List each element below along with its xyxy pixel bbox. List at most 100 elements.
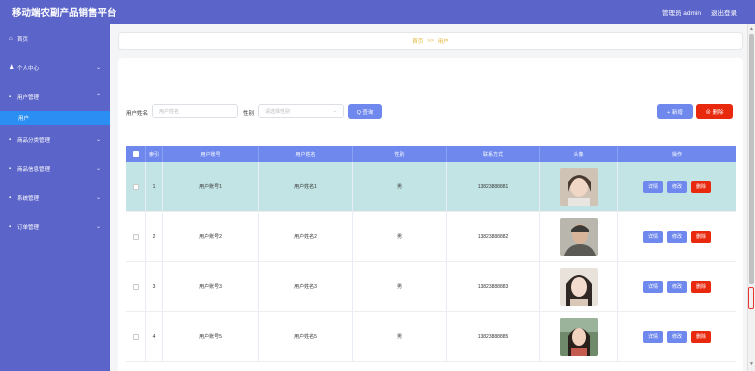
row-name: 用户姓名1 [259,162,353,211]
sidebar-item-label: 首页 [17,36,29,43]
row-phone: 13823888883 [447,262,540,311]
chevron-down-icon: ⌄ [95,137,101,143]
row-checkbox[interactable] [132,183,139,190]
sidebar: ⌂ 首页 ♟ 个人中心 ⌄ ▪ 用户管理 ⌃ 用户 ▪ 商品分类管理 ⌄ ▪ 商… [0,24,110,371]
sidebar-item-label: 订单管理 [17,224,40,231]
chevron-down-icon: ⌄ [95,166,101,172]
row-actions: 详情 修改 删除 [618,162,736,211]
gender-select-placeholder: 请选择性别 [265,108,291,115]
breadcrumb: 首页 >> 用户 [118,32,743,50]
grid-icon: ▪ [9,93,12,100]
search-panel: 用户姓名 用户姓名 性别 请选择性别 ⌄ Q 查询 + 新增 ⊗ 删除 [118,58,743,148]
row-index: 3 [146,262,163,311]
detail-button[interactable]: 详情 [642,280,663,293]
main-content: 首页 >> 用户 用户姓名 用户姓名 性别 请选择性别 ⌄ Q 查询 + 新增 … [110,24,744,371]
user-icon: ♟ [9,65,15,71]
column-header-index[interactable]: 索引 [146,146,163,162]
table-header: 索引 用户账号 用户姓名 性别 联系方式 头像 操作 [126,146,736,162]
column-header-gender[interactable]: 性别 [353,146,447,162]
edit-button[interactable]: 修改 [666,230,687,243]
name-search-input[interactable]: 用户姓名 [152,104,238,118]
avatar-cell [540,162,618,211]
detail-button[interactable]: 详情 [642,230,663,243]
row-gender: 男 [353,262,447,311]
table-row[interactable]: 4 用户账号5 用户姓名5 男 13823888885 详情 修改 删除 [126,312,736,362]
avatar-cell [540,212,618,261]
scroll-up-arrow-icon[interactable]: ▲ [749,26,754,32]
gender-select[interactable]: 请选择性别 ⌄ [258,104,344,118]
edit-button[interactable]: 修改 [666,280,687,293]
add-button[interactable]: + 新增 [657,104,693,119]
select-all-checkbox[interactable] [132,151,139,157]
table-row[interactable]: 2 用户账号2 用户姓名2 男 13823888882 详情 修改 删除 [126,212,736,262]
column-header-name[interactable]: 用户姓名 [259,146,353,162]
sidebar-item-label: 商品信息管理 [17,166,51,173]
row-index: 2 [146,212,163,261]
row-phone: 13823888882 [447,212,540,261]
row-account: 用户账号5 [163,312,259,361]
breadcrumb-separator: >> [427,38,434,44]
row-delete-button[interactable]: 删除 [691,230,712,243]
query-button[interactable]: Q 查询 [348,104,382,119]
row-gender: 男 [353,162,447,211]
sidebar-item-category-management[interactable]: ▪ 商品分类管理 ⌄ [0,125,110,154]
gender-label: 性别 [243,111,255,117]
app-title: 移动端农副产品销售平台 [12,8,117,19]
avatar[interactable] [559,267,598,306]
sidebar-item-order-management[interactable]: ▪ 订单管理 ⌄ [0,212,110,241]
delete-button[interactable]: ⊗ 删除 [696,104,733,119]
row-delete-button[interactable]: 删除 [691,330,712,343]
category-icon: ▪ [9,136,12,143]
row-account: 用户账号1 [163,162,259,211]
row-name: 用户姓名5 [259,312,353,361]
sidebar-item-product-management[interactable]: ▪ 商品信息管理 ⌄ [0,154,110,183]
row-checkbox[interactable] [132,233,139,240]
scrollbar-thumb[interactable] [749,34,754,284]
row-index: 4 [146,312,163,361]
detail-button[interactable]: 详情 [642,180,663,193]
scroll-position-marker [748,287,754,309]
row-checkbox[interactable] [132,283,139,290]
row-phone: 13823888885 [447,312,540,361]
avatar[interactable] [559,317,598,356]
edit-button[interactable]: 修改 [666,330,687,343]
order-icon: ▪ [9,223,12,230]
product-icon: ▪ [9,165,12,172]
sidebar-item-label: 用户管理 [17,94,40,101]
sidebar-item-user-management[interactable]: ▪ 用户管理 ⌃ [0,82,110,111]
column-header-account[interactable]: 用户账号 [163,146,259,162]
chevron-down-icon: ⌄ [95,224,101,230]
row-gender: 男 [353,212,447,261]
avatar[interactable] [559,167,598,206]
table-row[interactable]: 1 用户账号1 用户姓名1 男 13823888881 详情 修改 删除 [126,162,736,212]
row-actions: 详情 修改 删除 [618,212,736,261]
current-user: 管理员 admin [661,10,701,17]
row-delete-button[interactable]: 删除 [691,280,712,293]
sidebar-item-label: 系统管理 [17,195,40,202]
table-row[interactable]: 3 用户账号3 用户姓名3 男 13823888883 详情 修改 删除 [126,262,736,312]
avatar-cell [540,312,618,361]
edit-button[interactable]: 修改 [666,180,687,193]
name-label: 用户姓名 [126,111,149,117]
row-name: 用户姓名2 [259,212,353,261]
column-header-avatar[interactable]: 头像 [540,146,618,162]
avatar[interactable] [559,217,598,256]
breadcrumb-home[interactable]: 首页 [412,37,423,45]
row-checkbox[interactable] [132,333,139,340]
settings-icon: ▪ [9,194,12,201]
row-name: 用户姓名3 [259,262,353,311]
page-scrollbar[interactable]: ▲ ▼ [747,24,755,371]
chevron-down-icon: ⌄ [95,65,101,71]
logout-link[interactable]: 退出登录 [711,7,737,17]
chevron-down-icon: ⌄ [95,195,101,201]
detail-button[interactable]: 详情 [642,330,663,343]
sidebar-item-home[interactable]: ⌂ 首页 [0,24,110,53]
sidebar-item-system-management[interactable]: ▪ 系统管理 ⌄ [0,183,110,212]
column-header-phone[interactable]: 联系方式 [447,146,540,162]
sidebar-item-personal-center[interactable]: ♟ 个人中心 ⌄ [0,53,110,82]
scroll-down-arrow-icon[interactable]: ▼ [749,361,754,367]
sidebar-subitem-users[interactable]: 用户 [0,111,110,125]
row-actions: 详情 修改 删除 [618,262,736,311]
row-delete-button[interactable]: 删除 [691,180,712,193]
chevron-down-icon: ⌄ [332,108,337,114]
